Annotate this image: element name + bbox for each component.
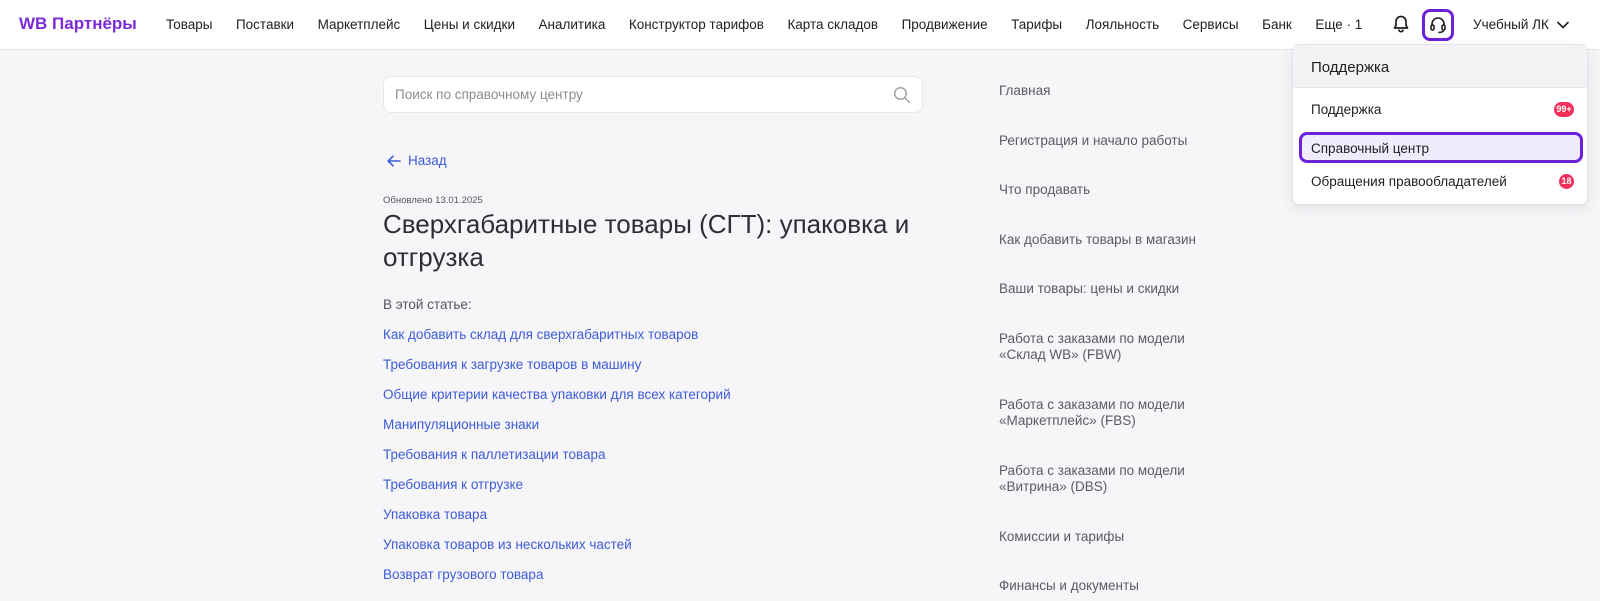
section-item-commissions[interactable]: Комиссии и тарифы bbox=[999, 529, 1219, 546]
page-title: Сверхгабаритные товары (СГТ): упаковка и… bbox=[383, 209, 910, 272]
nav-item-analytics[interactable]: Аналитика bbox=[539, 17, 606, 32]
toc-link[interactable]: Упаковка товаров из нескольких частей bbox=[383, 537, 731, 567]
dropdown-item-label: Обращения правообладателей bbox=[1311, 174, 1507, 189]
search-box bbox=[383, 76, 923, 113]
toc-link[interactable]: Манипуляционные знаки bbox=[383, 417, 731, 447]
toc-link[interactable]: Требования к отгрузке bbox=[383, 477, 731, 507]
nav-item-promotion[interactable]: Продвижение bbox=[902, 17, 988, 32]
nav-item-loyalty[interactable]: Лояльность bbox=[1086, 17, 1160, 32]
help-sections-nav: Главная Регистрация и начало работы Что … bbox=[999, 83, 1219, 595]
support-button[interactable] bbox=[1422, 9, 1454, 41]
dropdown-item-label: Справочный центр bbox=[1311, 141, 1430, 156]
dropdown-item-rights-holders[interactable]: Обращения правообладателей bbox=[1311, 174, 1507, 189]
top-navbar: WB Партнёры Товары Поставки Маркетплейс … bbox=[0, 0, 1600, 50]
back-link[interactable]: Назад bbox=[387, 153, 447, 168]
toc-link[interactable]: Возврат грузового товара bbox=[383, 567, 731, 597]
dropdown-item-label: Поддержка bbox=[1311, 102, 1382, 117]
nav-item-goods[interactable]: Товары bbox=[166, 17, 212, 32]
dropdown-item-support[interactable]: Поддержка bbox=[1311, 102, 1381, 117]
section-item-registration[interactable]: Регистрация и начало работы bbox=[999, 133, 1219, 150]
notification-badge: 99+ bbox=[1554, 102, 1574, 117]
bell-icon[interactable] bbox=[1391, 14, 1411, 34]
section-item-prices[interactable]: Ваши товары: цены и скидки bbox=[999, 281, 1219, 298]
nav-item-supplies[interactable]: Поставки bbox=[236, 17, 294, 32]
nav-item-prices[interactable]: Цены и скидки bbox=[424, 17, 515, 32]
toc-link[interactable]: Требования к загрузке товаров в машину bbox=[383, 357, 731, 387]
nav-item-warehouse-map[interactable]: Карта складов bbox=[787, 17, 878, 32]
nav-item-bank[interactable]: Банк bbox=[1262, 17, 1292, 32]
toc-link[interactable]: Общие критерии качества упаковки для все… bbox=[383, 387, 731, 417]
account-name: Учебный ЛК bbox=[1473, 17, 1549, 32]
arrow-left-icon bbox=[387, 154, 401, 167]
dropdown-item-help-center[interactable]: Справочный центр bbox=[1299, 132, 1583, 163]
nav-item-more[interactable]: Еще · 1 bbox=[1315, 17, 1362, 32]
notification-badge: 18 bbox=[1559, 174, 1574, 189]
section-item-what-to-sell[interactable]: Что продавать bbox=[999, 182, 1219, 199]
section-item-fbs[interactable]: Работа с заказами по модели «Маркетплейс… bbox=[999, 397, 1219, 430]
section-item-add-goods[interactable]: Как добавить товары в магазин bbox=[999, 232, 1219, 249]
updated-date: Обновлено 13.01.2025 bbox=[383, 195, 483, 206]
toc-link[interactable]: Как добавить склад для сверхгабаритных т… bbox=[383, 327, 731, 357]
support-dropdown: Поддержка Поддержка 99+ Справочный центр… bbox=[1292, 44, 1588, 205]
back-label: Назад bbox=[408, 153, 447, 168]
nav-item-tariff-builder[interactable]: Конструктор тарифов bbox=[629, 17, 764, 32]
dropdown-title: Поддержка bbox=[1293, 45, 1587, 88]
toc-link[interactable]: Упаковка товара bbox=[383, 507, 731, 537]
search-icon[interactable] bbox=[893, 86, 911, 104]
nav-item-services[interactable]: Сервисы bbox=[1183, 17, 1239, 32]
toc-label: В этой статье: bbox=[383, 297, 472, 312]
section-item-finance[interactable]: Финансы и документы bbox=[999, 578, 1219, 595]
account-menu[interactable]: Учебный ЛК bbox=[1473, 17, 1569, 32]
toc-link[interactable]: Требования к паллетизации товара bbox=[383, 447, 731, 477]
main-nav: Товары Поставки Маркетплейс Цены и скидк… bbox=[166, 17, 1386, 32]
search-input[interactable] bbox=[384, 77, 864, 112]
chevron-down-icon bbox=[1557, 21, 1569, 28]
logo[interactable]: WB Партнёры bbox=[19, 14, 137, 34]
table-of-contents: Как добавить склад для сверхгабаритных т… bbox=[383, 327, 731, 597]
nav-item-tariffs[interactable]: Тарифы bbox=[1011, 17, 1062, 32]
section-item-dbs[interactable]: Работа с заказами по модели «Витрина» (D… bbox=[999, 463, 1219, 496]
section-item-fbw[interactable]: Работа с заказами по модели «Склад WB» (… bbox=[999, 331, 1219, 364]
headset-icon bbox=[1430, 17, 1446, 34]
section-item-home[interactable]: Главная bbox=[999, 83, 1219, 100]
nav-item-marketplace[interactable]: Маркетплейс bbox=[318, 17, 401, 32]
